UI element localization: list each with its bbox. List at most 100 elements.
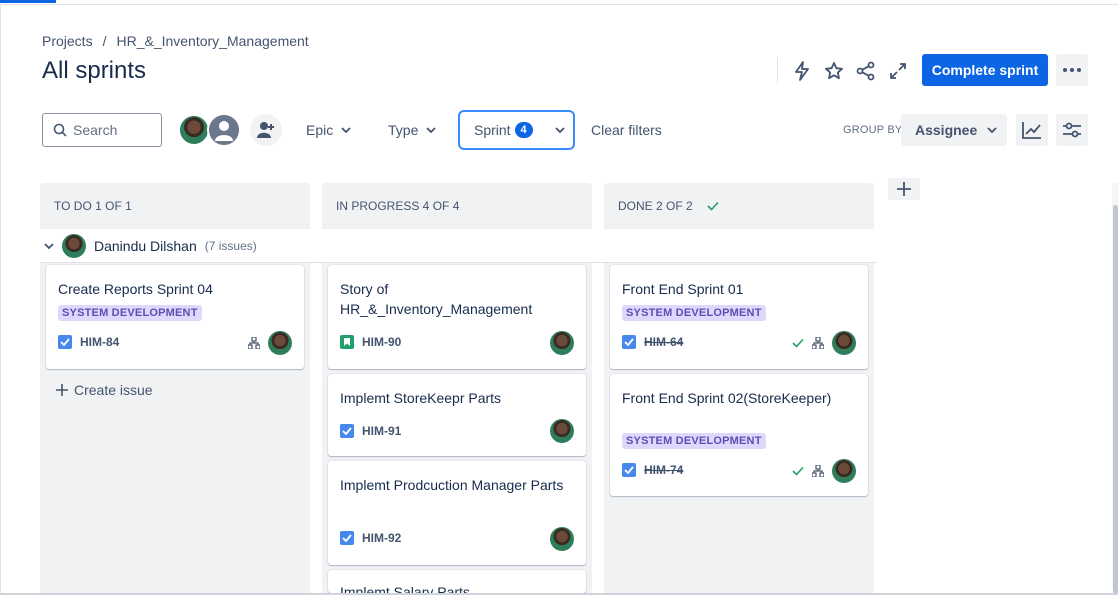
- column-label-done: DONE 2 OF 2: [618, 199, 693, 213]
- avatar-filter-danindu[interactable]: [178, 114, 210, 146]
- card-key-row: HIM-90: [340, 335, 401, 349]
- card-title: Story of HR_&_Inventory_Management: [340, 281, 533, 317]
- chevron-down-icon[interactable]: [44, 242, 54, 249]
- group-by-value: Assignee: [915, 122, 978, 138]
- card-title: Implemt Prodcuction Manager Parts: [340, 477, 564, 493]
- card-title: Front End Sprint 01: [622, 281, 744, 297]
- swimlane-header[interactable]: Danindu Dilshan (7 issues): [40, 229, 876, 263]
- issue-card-him-64[interactable]: Front End Sprint 01 SYSTEM DEVELOPMENT H…: [610, 265, 868, 369]
- hierarchy-icon: [248, 337, 260, 349]
- share-icon[interactable]: [853, 58, 879, 84]
- card-key[interactable]: HIM-91: [362, 424, 401, 438]
- swimlane-assignee-name: Danindu Dilshan: [94, 237, 197, 254]
- search-input[interactable]: Search: [42, 113, 162, 147]
- column-header-todo: TO DO 1 OF 1: [40, 183, 310, 229]
- epic-lozenge[interactable]: SYSTEM DEVELOPMENT: [622, 433, 766, 449]
- breadcrumb-separator: /: [102, 33, 107, 49]
- card-meta: [248, 331, 292, 355]
- card-title: Implemt StoreKeepr Parts: [340, 390, 502, 406]
- avatar: [62, 233, 86, 258]
- insights-button[interactable]: [1016, 114, 1048, 146]
- more-actions-button[interactable]: [1056, 54, 1088, 86]
- task-icon: [58, 335, 72, 349]
- avatar-filter-unassigned[interactable]: [207, 113, 241, 147]
- story-icon: [340, 335, 354, 349]
- star-icon[interactable]: [821, 58, 847, 84]
- card-key[interactable]: HIM-84: [80, 335, 119, 349]
- check-icon: [792, 338, 804, 348]
- check-icon: [792, 466, 804, 476]
- breadcrumb: Projects / HR_&_Inventory_Management: [42, 33, 309, 49]
- assignee-avatar[interactable]: [550, 331, 574, 355]
- assignee-avatar[interactable]: [832, 459, 856, 483]
- add-column-button[interactable]: [888, 178, 920, 200]
- breadcrumb-project-link[interactable]: HR_&_Inventory_Management: [116, 33, 308, 49]
- column-header-inprogress: IN PROGRESS 4 OF 4: [322, 183, 592, 229]
- assignee-avatar[interactable]: [550, 419, 574, 443]
- top-accent-bar: [0, 0, 56, 3]
- chevron-down-icon: [426, 127, 436, 133]
- card-key[interactable]: HIM-92: [362, 531, 401, 545]
- expand-icon[interactable]: [885, 58, 911, 84]
- search-icon: [53, 123, 67, 137]
- group-by-select[interactable]: Assignee: [901, 114, 1007, 146]
- sliders-icon: [1063, 122, 1081, 138]
- card-title: Create Reports Sprint 04: [58, 281, 213, 297]
- issue-card-him-84[interactable]: Create Reports Sprint 04 SYSTEM DEVELOPM…: [46, 265, 304, 369]
- plus-icon: [56, 384, 68, 396]
- epic-lozenge[interactable]: SYSTEM DEVELOPMENT: [58, 305, 202, 321]
- card-key[interactable]: HIM-90: [362, 335, 401, 349]
- search-placeholder: Search: [73, 122, 118, 138]
- card-title: Front End Sprint 02(StoreKeeper): [622, 390, 832, 406]
- scrollbar-thumb[interactable]: [1113, 205, 1118, 595]
- page-title: All sprints: [42, 57, 147, 84]
- view-settings-button[interactable]: [1056, 114, 1088, 146]
- hierarchy-icon: [812, 465, 824, 477]
- card-key-row: HIM-64: [622, 335, 683, 349]
- chart-line-icon: [1022, 122, 1041, 139]
- issue-card-salary-parts[interactable]: Implemt Salary Parts: [328, 570, 586, 593]
- plus-icon: [897, 182, 911, 196]
- hierarchy-icon: [812, 337, 824, 349]
- column-label-todo: TO DO 1 OF 1: [54, 199, 132, 213]
- card-key-row: HIM-84: [58, 335, 119, 349]
- card-key-row: HIM-91: [340, 424, 401, 438]
- create-issue-button[interactable]: Create issue: [56, 382, 153, 398]
- add-people-button[interactable]: [250, 114, 282, 146]
- more-icon: [1063, 68, 1081, 72]
- assignee-avatar[interactable]: [550, 527, 574, 551]
- assignee-avatar[interactable]: [832, 331, 856, 355]
- card-meta: [550, 331, 574, 355]
- issue-card-him-74[interactable]: Front End Sprint 02(StoreKeeper) SYSTEM …: [610, 374, 868, 496]
- group-by-label: GROUP BY: [843, 124, 903, 136]
- type-filter[interactable]: Type: [388, 114, 436, 146]
- breadcrumb-projects-link[interactable]: Projects: [42, 33, 93, 49]
- issue-card-him-90[interactable]: Story of HR_&_Inventory_Management HIM-9…: [328, 265, 586, 369]
- chevron-down-icon: [554, 127, 565, 133]
- create-issue-label: Create issue: [74, 382, 153, 398]
- clear-filters-button[interactable]: Clear filters: [591, 122, 662, 138]
- person-icon: [215, 121, 233, 141]
- column-label-inprogress: IN PROGRESS 4 OF 4: [336, 199, 460, 213]
- epic-filter[interactable]: Epic: [306, 114, 351, 146]
- issue-card-him-91[interactable]: Implemt StoreKeepr Parts HIM-91: [328, 374, 586, 456]
- card-key-row: HIM-74: [622, 463, 683, 477]
- card-title: Implemt Salary Parts: [340, 584, 470, 593]
- top-divider: [0, 4, 1118, 5]
- card-meta: [792, 459, 856, 483]
- sprint-filter[interactable]: Sprint 4: [458, 110, 575, 150]
- task-icon: [340, 424, 354, 438]
- chevron-down-icon: [341, 127, 351, 133]
- assignee-avatar[interactable]: [268, 331, 292, 355]
- sprint-filter-label: Sprint: [474, 122, 511, 138]
- lightning-icon[interactable]: [789, 58, 815, 84]
- epic-lozenge[interactable]: SYSTEM DEVELOPMENT: [622, 305, 766, 321]
- card-key[interactable]: HIM-74: [644, 463, 683, 477]
- card-meta: [550, 527, 574, 551]
- column-header-done: DONE 2 OF 2: [604, 183, 874, 229]
- header-divider: [777, 57, 778, 83]
- add-person-icon: [257, 122, 274, 138]
- card-key[interactable]: HIM-64: [644, 335, 683, 349]
- issue-card-him-92[interactable]: Implemt Prodcuction Manager Parts HIM-92: [328, 461, 586, 565]
- complete-sprint-button[interactable]: Complete sprint: [922, 54, 1048, 86]
